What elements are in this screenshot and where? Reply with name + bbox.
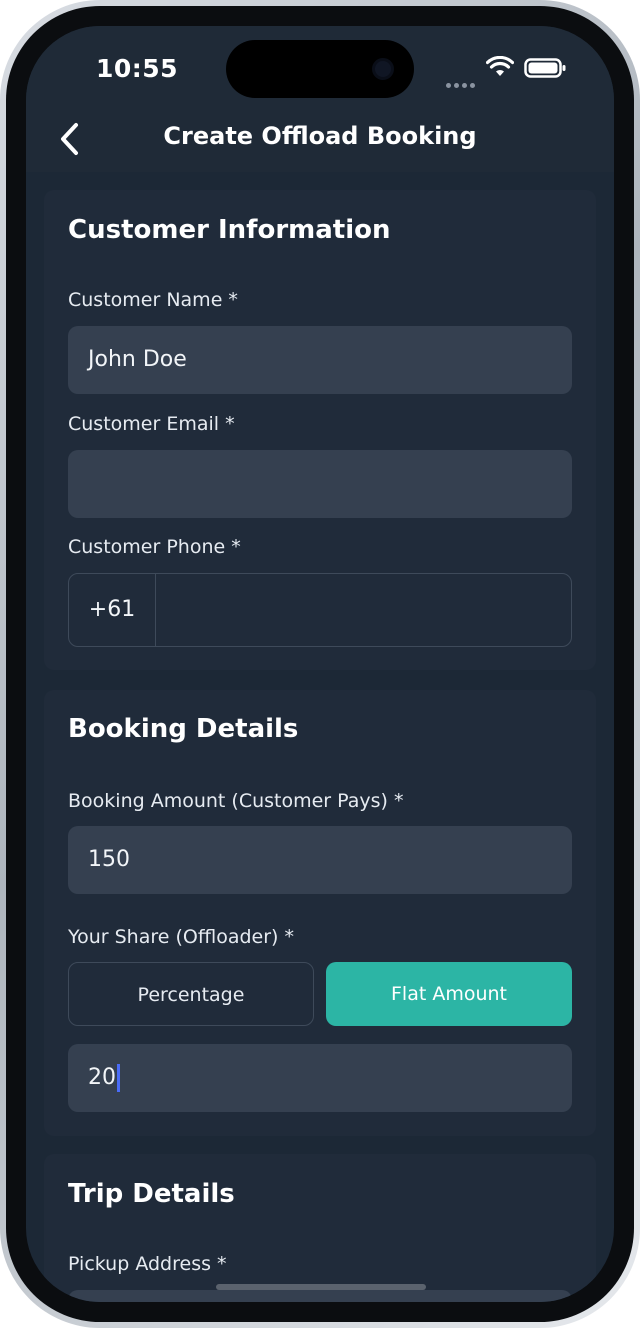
- dynamic-island: [226, 40, 414, 98]
- pickup-address-input[interactable]: [68, 1290, 572, 1302]
- share-flat-amount-button[interactable]: Flat Amount: [326, 962, 572, 1026]
- booking-amount-input[interactable]: 150: [68, 826, 572, 894]
- customer-phone-label: Customer Phone *: [68, 536, 241, 558]
- customer-phone-field: +61: [68, 573, 572, 647]
- share-value-text: 20: [88, 1065, 116, 1090]
- wifi-icon: [486, 56, 514, 76]
- back-chevron-icon[interactable]: [56, 122, 84, 156]
- trip-details-card: Trip Details Pickup Address *: [44, 1154, 596, 1302]
- customer-phone-input[interactable]: [157, 574, 571, 646]
- customer-name-label: Customer Name *: [68, 289, 238, 311]
- pickup-address-label: Pickup Address *: [68, 1253, 227, 1275]
- booking-details-card: Booking Details Booking Amount (Customer…: [44, 690, 596, 1136]
- share-value-input[interactable]: 20: [68, 1044, 572, 1112]
- battery-icon: [524, 58, 566, 78]
- customer-name-input[interactable]: John Doe: [68, 326, 572, 394]
- home-indicator: [216, 1284, 426, 1290]
- booking-details-title: Booking Details: [68, 714, 299, 744]
- text-cursor: [117, 1064, 120, 1092]
- country-code-selector[interactable]: +61: [69, 574, 156, 646]
- page-title: Create Offload Booking: [163, 122, 477, 150]
- app-screen: 10:55 Create Offload Booking Customer In…: [26, 26, 614, 1302]
- customer-email-label: Customer Email *: [68, 413, 235, 435]
- camera-lens: [372, 58, 394, 80]
- booking-amount-label: Booking Amount (Customer Pays) *: [68, 790, 404, 812]
- top-bar: 10:55 Create Offload Booking: [26, 26, 614, 172]
- signal-icon: [446, 73, 480, 88]
- share-percentage-button[interactable]: Percentage: [68, 962, 314, 1026]
- status-time: 10:55: [96, 54, 179, 83]
- customer-info-card: Customer Information Customer Name * Joh…: [44, 190, 596, 670]
- share-label: Your Share (Offloader) *: [68, 926, 294, 948]
- customer-email-input[interactable]: [68, 450, 572, 518]
- trip-details-title: Trip Details: [68, 1179, 235, 1209]
- customer-info-title: Customer Information: [68, 215, 391, 245]
